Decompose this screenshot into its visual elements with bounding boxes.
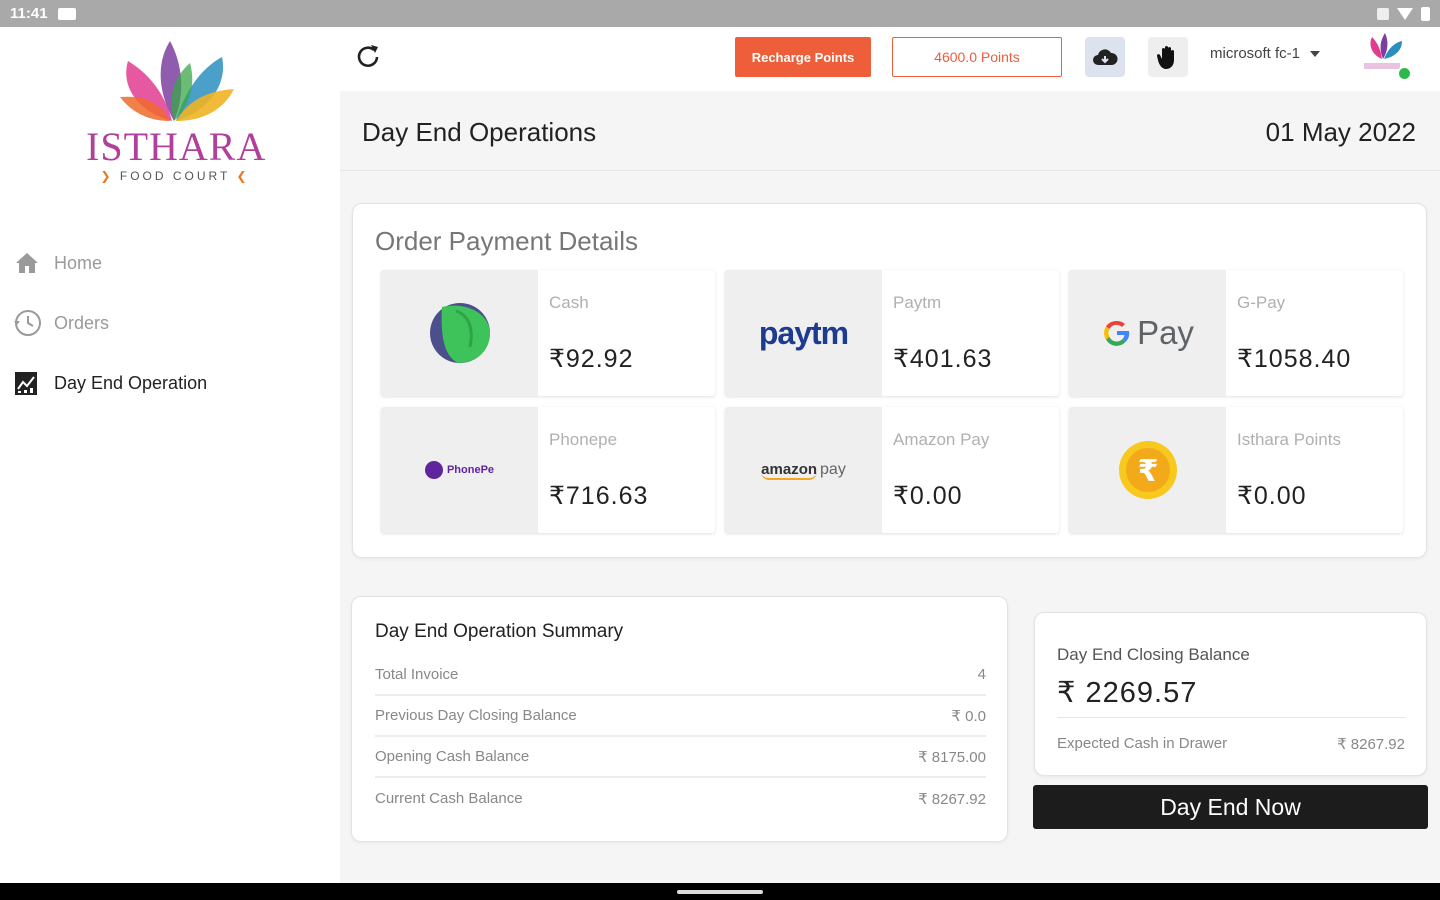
gpay-logo: Pay	[1069, 270, 1226, 396]
divider	[1057, 717, 1405, 718]
payment-amount: ₹0.00	[1237, 482, 1307, 510]
isthara-logo: ISTHARA ❯ FOOD COURT ❮	[86, 33, 267, 203]
sidebar-item-orders[interactable]: Orders	[12, 293, 332, 353]
cash-icon	[381, 270, 538, 396]
sidebar-nav: Home Orders Day End Operation	[12, 233, 332, 413]
page-title: Day End Operations	[362, 117, 597, 147]
expected-cash-value: ₹ 8267.92	[1337, 736, 1405, 753]
summary-label: Current Cash Balance	[375, 790, 523, 807]
lotus-icon	[120, 41, 234, 121]
payment-amount: ₹401.63	[893, 345, 993, 373]
wifi-icon	[1397, 7, 1413, 20]
sidebar-item-label: Day End Operation	[54, 372, 208, 393]
phonepe-icon	[424, 461, 443, 479]
break-button[interactable]	[1148, 37, 1188, 77]
payment-amount: ₹716.63	[549, 482, 649, 510]
closing-balance-card: Day End Closing Balance ₹ 2269.57 Expect…	[1034, 612, 1427, 776]
payment-label: Cash	[549, 293, 589, 312]
payment-tile-isthara-points: ₹ Isthara Points ₹0.00	[1069, 407, 1403, 533]
sidebar-item-label: Orders	[54, 312, 110, 333]
chevron-down-icon	[1310, 50, 1321, 57]
cloud-sync-button[interactable]	[1085, 37, 1125, 77]
sidebar-item-day-end-operation[interactable]: Day End Operation	[12, 353, 332, 413]
amazon-pay-logo: amazon pay	[725, 407, 882, 533]
summary-value: ₹ 0.0	[951, 707, 986, 725]
top-bar: Recharge Points 4600.0 Points microsoft …	[340, 27, 1440, 91]
expected-cash-row: Expected Cash in Drawer ₹ 8267.92	[1057, 735, 1405, 753]
summary-row: Current Cash Balance ₹ 8267.92	[375, 778, 986, 819]
google-g-icon	[1104, 320, 1130, 346]
payment-label: Isthara Points	[1237, 430, 1341, 449]
summary-row: Previous Day Closing Balance ₹ 0.0	[375, 696, 986, 737]
sidebar-item-home[interactable]: Home	[12, 233, 332, 293]
payment-label: Paytm	[893, 293, 942, 312]
summary-row: Total Invoice 4	[375, 655, 986, 696]
summary-rows: Total Invoice 4 Previous Day Closing Bal…	[375, 655, 986, 819]
card-title: Day End Operation Summary	[375, 621, 624, 642]
payment-tiles: Cash ₹92.92 paytm Paytm ₹401.63 Pay G-Pa…	[381, 270, 1403, 535]
online-status-indicator	[1397, 66, 1412, 81]
home-icon	[12, 248, 42, 278]
day-end-summary-card: Day End Operation Summary Total Invoice …	[351, 596, 1008, 842]
cloud-icon	[1093, 49, 1118, 65]
phonepe-logo: PhonePe	[381, 407, 538, 533]
notification-icon	[57, 7, 76, 20]
summary-value: 4	[977, 666, 986, 683]
order-payment-details-card: Order Payment Details Cash ₹92.92 paytm …	[352, 203, 1427, 558]
bracket-right-icon: ❮	[236, 169, 250, 183]
payment-tile-cash: Cash ₹92.92	[381, 270, 715, 396]
page-date: 01 May 2022	[1265, 117, 1416, 147]
user-name: microsoft fc-1	[1210, 45, 1301, 62]
sidebar: ISTHARA ❯ FOOD COURT ❮ Home Orders Day E…	[0, 27, 340, 883]
payment-label: G-Pay	[1237, 293, 1286, 312]
closing-balance-value: ₹ 2269.57	[1057, 677, 1198, 709]
expected-cash-label: Expected Cash in Drawer	[1057, 735, 1228, 752]
sidebar-item-label: Home	[54, 252, 103, 273]
payment-amount: ₹0.00	[893, 482, 963, 510]
recharge-points-button[interactable]: Recharge Points	[735, 37, 871, 77]
coin-icon: ₹	[1069, 407, 1226, 533]
home-gesture-handle[interactable]	[677, 890, 763, 894]
avatar[interactable]	[1360, 31, 1412, 83]
payment-amount: ₹1058.40	[1237, 345, 1352, 373]
payment-label: Phonepe	[549, 430, 618, 449]
hand-icon	[1157, 45, 1174, 69]
status-bar: 11:41	[0, 0, 1440, 27]
battery-icon	[1421, 6, 1430, 21]
points-balance-button[interactable]: 4600.0 Points	[892, 37, 1062, 77]
payment-amount: ₹92.92	[549, 345, 634, 373]
user-dropdown[interactable]: microsoft fc-1	[1210, 45, 1321, 62]
summary-value: ₹ 8267.92	[918, 790, 986, 808]
payment-label: Amazon Pay	[893, 430, 990, 449]
bracket-left-icon: ❯	[100, 169, 114, 183]
vibrate-icon	[1377, 7, 1389, 20]
summary-label: Total Invoice	[375, 666, 459, 683]
summary-label: Previous Day Closing Balance	[375, 707, 577, 724]
brand-tagline: ❯ FOOD COURT ❮	[100, 169, 250, 183]
status-time: 11:41	[10, 5, 48, 22]
payment-tile-phonepe: PhonePe Phonepe ₹716.63	[381, 407, 715, 533]
refresh-icon[interactable]	[352, 41, 384, 73]
payment-tile-amazon-pay: amazon pay Amazon Pay ₹0.00	[725, 407, 1059, 533]
payment-tile-gpay: Pay G-Pay ₹1058.40	[1069, 270, 1403, 396]
system-nav-bar	[0, 883, 1440, 900]
card-title: Order Payment Details	[375, 226, 638, 256]
status-icons	[1377, 6, 1430, 21]
brand-name: ISTHARA	[86, 124, 267, 169]
summary-label: Opening Cash Balance	[375, 748, 530, 765]
svg-text:₹: ₹	[1137, 454, 1158, 489]
payment-tile-paytm: paytm Paytm ₹401.63	[725, 270, 1059, 396]
history-icon	[12, 308, 42, 338]
day-end-now-button[interactable]: Day End Now	[1033, 785, 1428, 829]
closing-balance-label: Day End Closing Balance	[1057, 645, 1250, 664]
page-header: Day End Operations 01 May 2022	[340, 91, 1440, 171]
paytm-logo: paytm	[725, 270, 882, 396]
summary-row: Opening Cash Balance ₹ 8175.00	[375, 737, 986, 778]
summary-value: ₹ 8175.00	[918, 748, 986, 766]
chart-report-icon	[12, 368, 42, 398]
